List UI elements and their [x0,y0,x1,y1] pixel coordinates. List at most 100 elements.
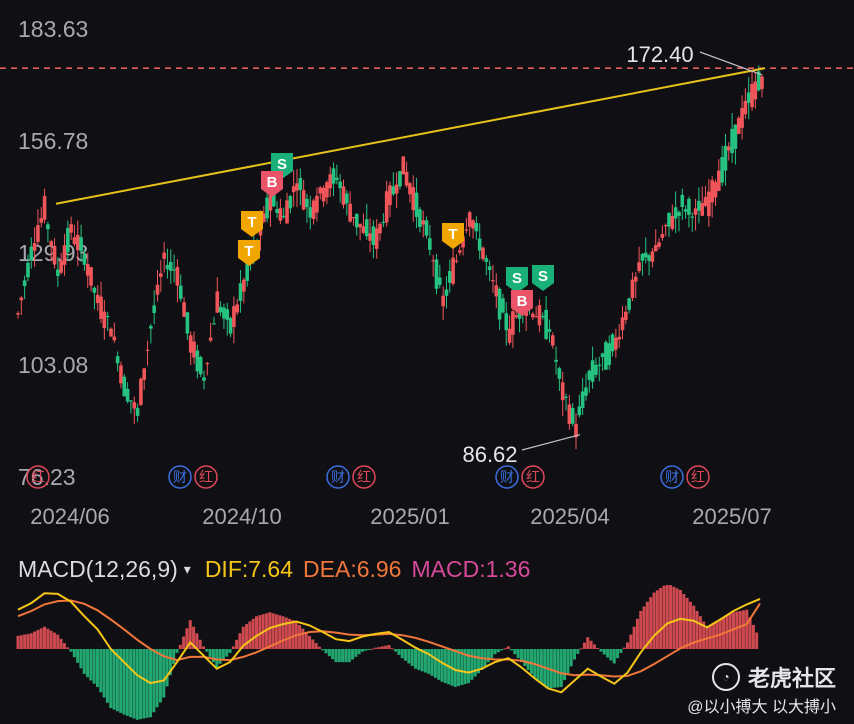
macd-histogram-bar [79,649,83,669]
candle-body [497,288,502,320]
candle-body [507,328,512,343]
macd-histogram-bar [49,630,53,649]
macd-histogram-bar [437,649,441,680]
macd-histogram-bar [331,649,335,660]
macd-histogram-bar [374,647,378,649]
candle-body [643,252,648,258]
candle-body [557,368,562,379]
macd-histogram-bar [606,649,610,658]
signal-badge-text: S [512,270,522,287]
candle-body [381,221,386,224]
candle-body [311,200,316,219]
macd-histogram-bar [414,649,417,669]
candle-body [175,266,180,286]
signal-badge-b: B [261,171,283,197]
candle-body [275,208,279,213]
candle-body [477,238,482,251]
candle-body [152,305,156,313]
macd-histogram-bar [221,649,225,661]
macd-histogram-bar [516,649,520,659]
macd-histogram-bar [72,649,76,658]
candle-body [132,402,137,409]
macd-histogram-bar [155,649,159,708]
candle-body [338,181,342,189]
candle-body [208,337,213,341]
candle-body [122,376,127,397]
macd-histogram-bar [324,649,328,654]
macd-histogram-bar [556,649,560,688]
candle-body [414,192,419,217]
macd-histogram-bar [377,647,381,649]
candle-body [457,250,462,253]
candle-body [600,353,605,358]
candle-body [547,329,552,332]
event-dividend-text: 红 [691,469,705,485]
macd-histogram-bar [659,588,663,649]
low-label: 86.62 [462,442,517,467]
macd-histogram-bar [23,634,27,649]
candle-body [85,264,90,276]
macd-histogram-bar [215,649,219,668]
macd-histogram-bar [142,649,146,719]
candle-body [673,207,678,219]
macd-histogram-bar [132,649,136,719]
candle-body [534,316,538,318]
candle-body [713,182,718,198]
macd-histogram-bar [662,585,666,649]
candle-body [295,183,299,191]
signal-badge-text: T [247,214,256,231]
macd-histogram-bar [467,649,470,684]
macd-histogram-bar [304,632,308,649]
candle-body [667,212,671,227]
candle-body [677,212,681,216]
candle-body [683,209,688,212]
candle-body [680,194,685,207]
macd-histogram-bar [751,624,755,649]
candle-body [630,279,635,298]
candle-body [401,156,406,175]
candle-body [281,215,286,218]
candle-body [205,362,210,365]
candle-body [374,228,379,249]
macd-histogram-bar [361,649,364,652]
macd-histogram-bar [669,585,673,649]
macd-histogram-bar [440,649,444,682]
candle-body [82,254,87,265]
signal-badge-text: T [244,243,253,260]
candle-body [693,208,698,215]
x-tick-label: 2025/07 [692,504,772,529]
candle-body [580,391,585,409]
macd-histogram-bar [609,649,613,661]
candle-body [594,364,598,375]
candle-body [288,196,293,209]
candle-body [617,336,621,340]
event-earnings-text: 财 [665,469,679,485]
y-tick-label: 156.78 [18,128,88,154]
candle-body [228,317,233,334]
candle-body [491,280,495,282]
macd-histogram-bar [622,647,626,649]
candle-body [112,336,117,341]
macd-histogram-bar [228,649,232,653]
macd-histogram-bar [553,649,557,688]
macd-histogram-bar [26,633,30,649]
macd-histogram-bar [433,649,437,678]
candle-body [607,343,612,365]
macd-histogram-bar [655,590,659,649]
macd-histogram-bar [400,649,404,659]
macd-histogram-bar [231,646,235,649]
macd-histogram-bar [682,593,686,649]
x-tick-label: 2025/01 [370,504,450,529]
candle-body [717,170,721,191]
macd-histogram-bar [430,649,434,676]
macd-histogram-bar [685,597,689,649]
user-handle: @以小搏大 以大搏小 [687,699,836,716]
candle-body [700,203,705,216]
macd-dropdown-arrow-icon[interactable]: ▾ [184,561,191,578]
macd-histogram-bar [513,649,517,655]
macd-dif-label: DIF:7.64 [204,555,294,582]
macd-histogram-bar [317,646,321,649]
macd-histogram-bar [301,628,305,649]
candle-body [22,280,27,287]
chart-app: { "colors": { "background": "#101014", "… [0,0,854,724]
